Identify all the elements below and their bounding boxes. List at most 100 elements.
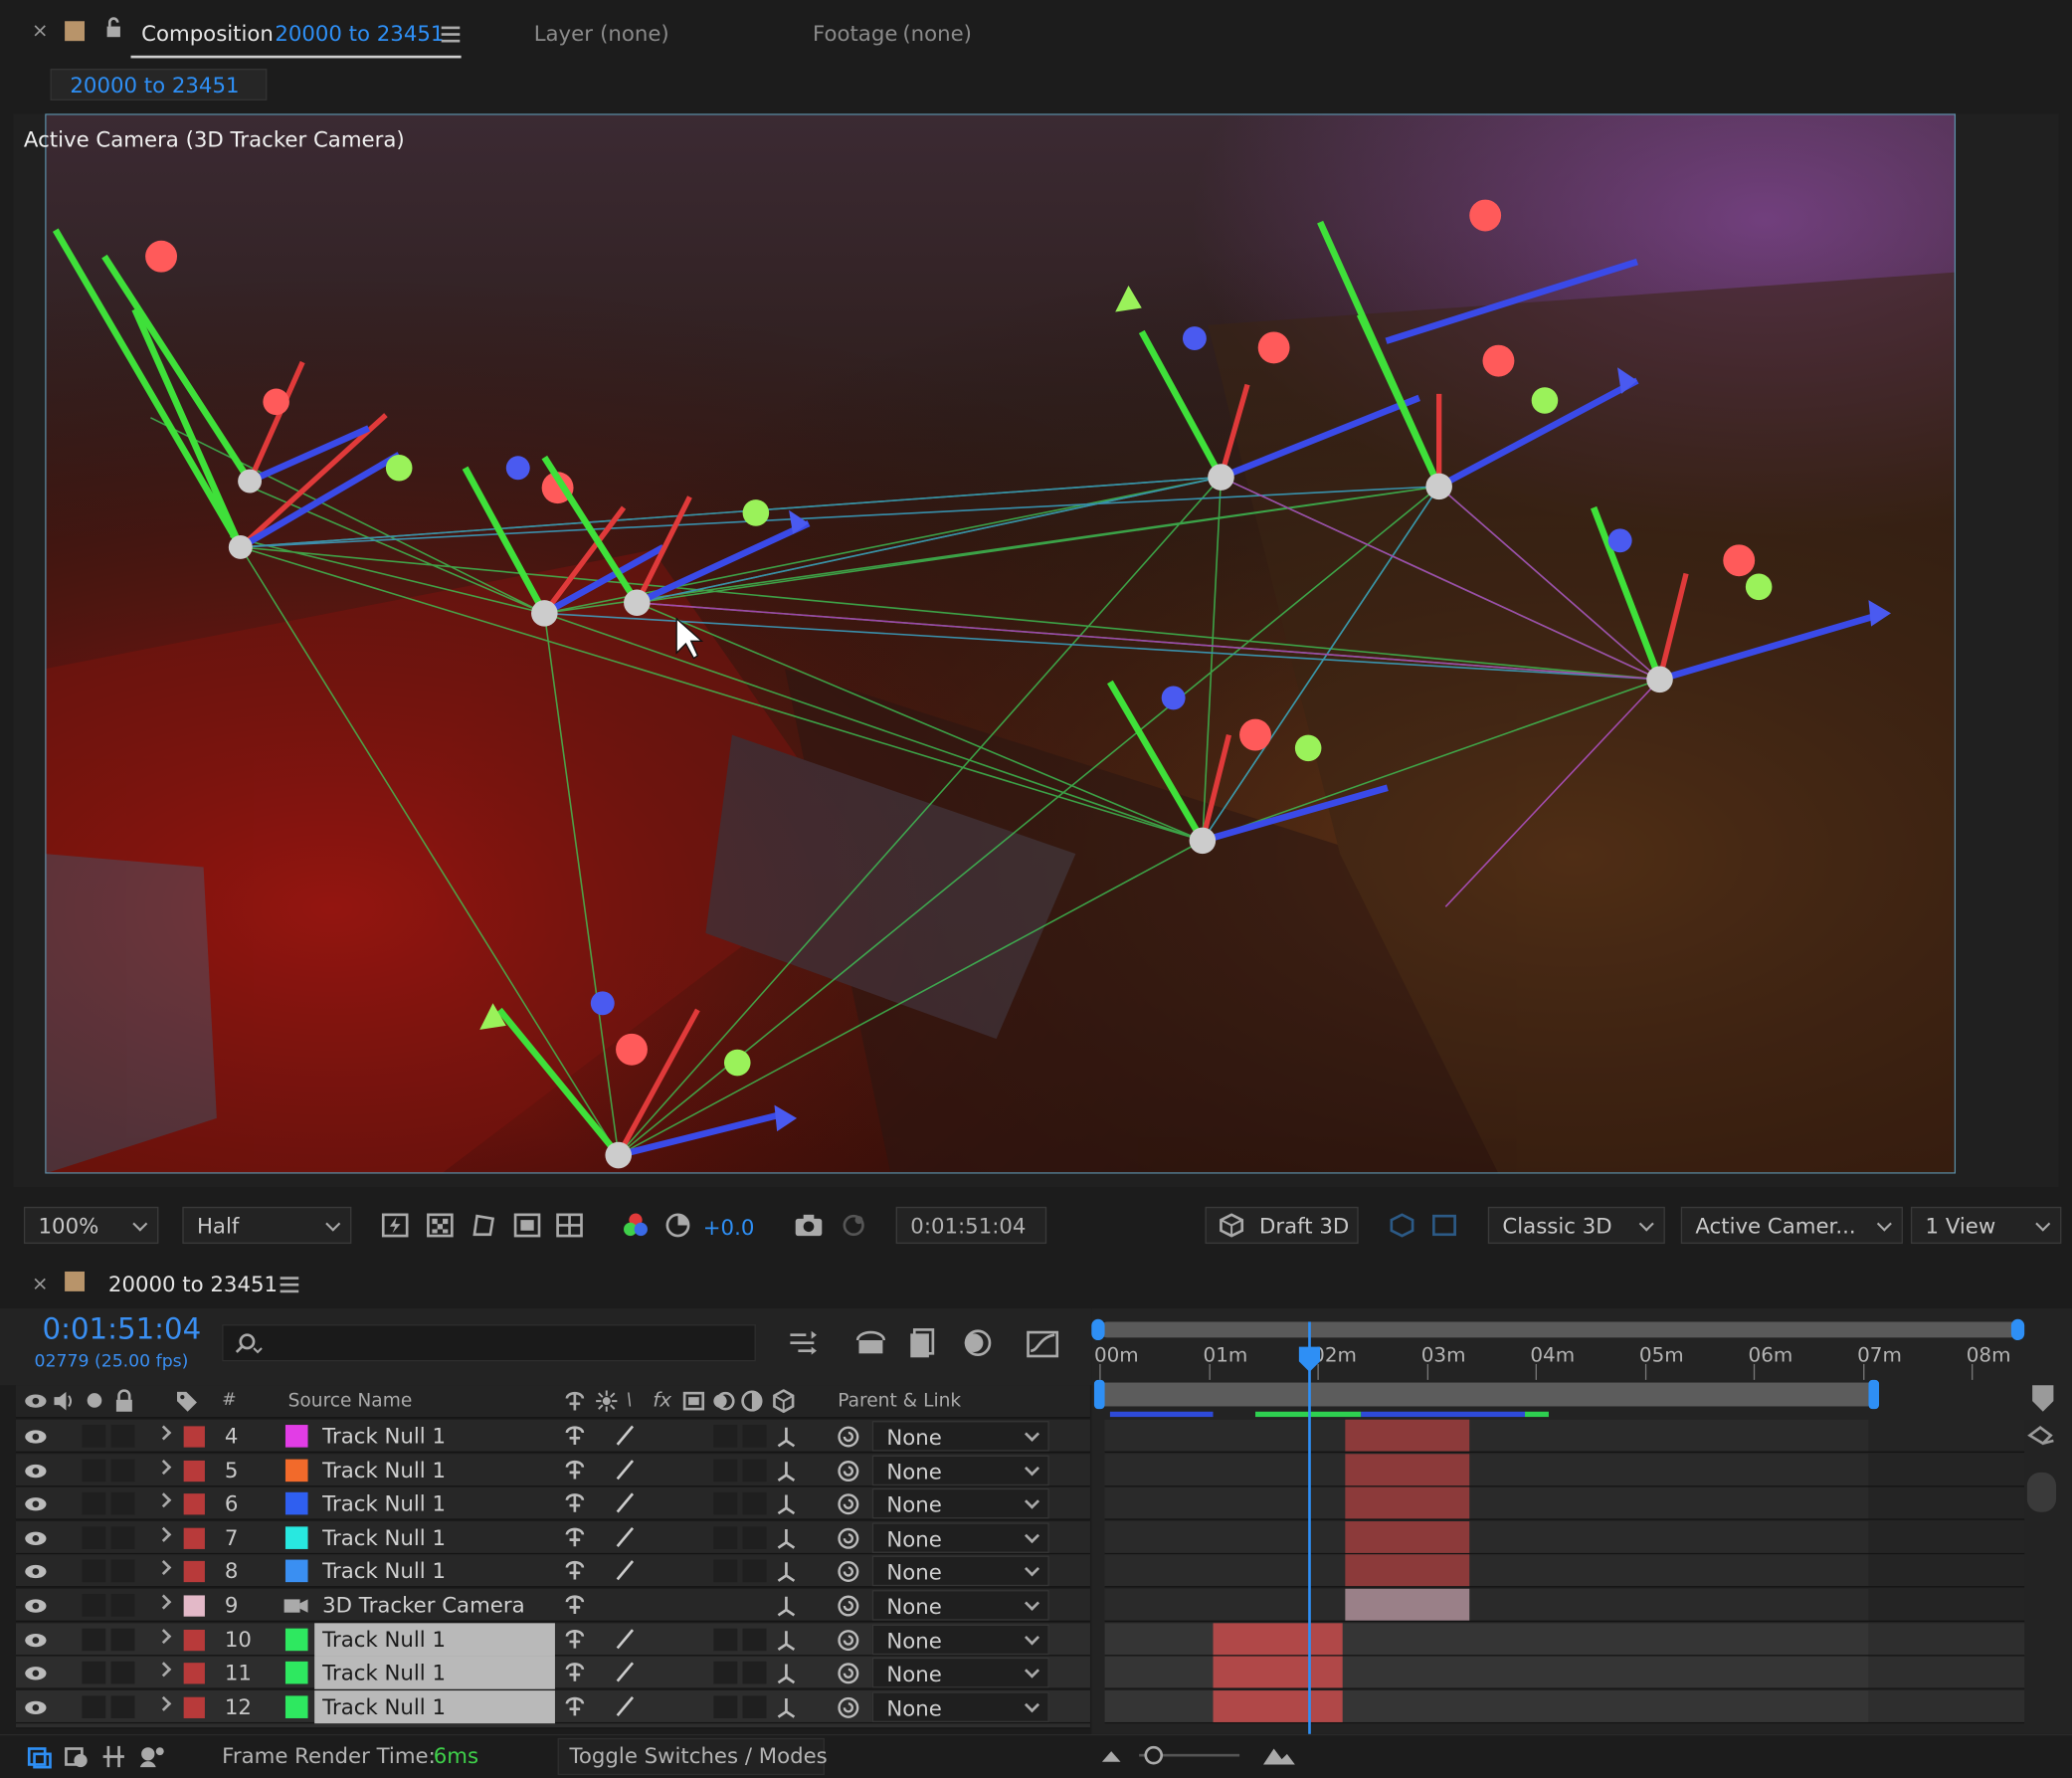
parent-dropdown[interactable]: None — [871, 1624, 1049, 1655]
motion-blur-box[interactable] — [713, 1695, 738, 1718]
pick-whip-icon[interactable] — [836, 1559, 862, 1586]
lock-box[interactable] — [110, 1662, 135, 1684]
layer-source-name[interactable]: Track Null 1 — [314, 1521, 555, 1554]
motion-blur-switch-icon[interactable] — [711, 1391, 735, 1412]
video-eye-icon[interactable] — [24, 1392, 48, 1411]
layer-row[interactable]: 5 Track Null 1 None — [15, 1453, 1090, 1486]
vertical-scrollbar[interactable] — [2026, 1472, 2057, 1512]
quality-switch[interactable] — [616, 1628, 635, 1649]
time-ruler[interactable]: 00m 01m 02m 03m 04m 05m 06m 07m 08m — [1094, 1337, 2019, 1382]
collapse-switch-icon[interactable] — [595, 1389, 619, 1413]
expand-chevron-icon[interactable] — [156, 1425, 172, 1441]
pick-whip-icon[interactable] — [836, 1491, 862, 1518]
layer-row[interactable]: 10 Track Null 1 None — [15, 1622, 1090, 1656]
layer-source-name[interactable]: Track Null 1 — [314, 1656, 555, 1689]
quality-switch[interactable] — [616, 1492, 635, 1513]
composition-tab-name[interactable]: 20000 to 23451 — [275, 21, 444, 46]
solo-box[interactable] — [82, 1492, 106, 1515]
shy-switch-icon[interactable] — [563, 1391, 587, 1412]
expand-chevron-icon[interactable] — [156, 1459, 172, 1475]
quality-switch[interactable] — [616, 1560, 635, 1581]
label-color-box[interactable] — [183, 1527, 205, 1549]
expand-chevron-icon[interactable] — [156, 1560, 172, 1576]
quality-switch[interactable] — [616, 1425, 635, 1446]
adjustment-box[interactable] — [742, 1560, 767, 1583]
solo-box[interactable] — [82, 1594, 106, 1617]
layer-duration-bar[interactable] — [1213, 1656, 1343, 1688]
3d-axis-icon[interactable] — [774, 1662, 798, 1685]
frame-blending-icon[interactable] — [906, 1327, 941, 1359]
solo-box[interactable] — [82, 1628, 106, 1651]
layer-row[interactable]: 8 Track Null 1 None — [15, 1554, 1090, 1588]
work-area-end[interactable] — [1868, 1379, 1880, 1410]
layer-row[interactable]: 6 Track Null 1 None — [15, 1486, 1090, 1520]
layer-source-name[interactable]: Track Null 1 — [314, 1454, 555, 1486]
3d-view-dropdown[interactable]: Active Camer... — [1680, 1206, 1903, 1245]
visibility-eye-icon[interactable] — [24, 1428, 48, 1447]
solo-icon[interactable] — [87, 1393, 102, 1408]
parent-link-header[interactable]: Parent & Link — [838, 1391, 961, 1412]
visibility-eye-icon[interactable] — [24, 1462, 48, 1481]
motion-blur-box[interactable] — [713, 1662, 738, 1684]
parent-dropdown[interactable]: None — [871, 1488, 1049, 1519]
layer-track[interactable] — [1104, 1656, 2025, 1689]
3d-axis-icon[interactable] — [774, 1526, 798, 1550]
reset-exposure-icon[interactable] — [663, 1211, 692, 1240]
visibility-eye-icon[interactable] — [24, 1665, 48, 1683]
adjustment-box[interactable] — [742, 1459, 767, 1482]
solo-box[interactable] — [82, 1526, 106, 1549]
layer-duration-bar[interactable] — [1345, 1419, 1470, 1452]
layer-source-name[interactable]: Track Null 1 — [314, 1622, 555, 1656]
shy-switch-icon[interactable] — [563, 1662, 587, 1682]
layer-duration-bar[interactable] — [1345, 1453, 1470, 1485]
layer-row[interactable]: 4 Track Null 1 None — [15, 1419, 1090, 1453]
toggle-switches-modes-button[interactable]: Toggle Switches / Modes — [557, 1737, 828, 1776]
shy-switch-icon[interactable] — [563, 1492, 587, 1513]
pick-whip-icon[interactable] — [836, 1661, 862, 1687]
visibility-eye-icon[interactable] — [24, 1495, 48, 1514]
motion-blur-box[interactable] — [713, 1459, 738, 1482]
effects-switch-icon[interactable]: fx — [653, 1388, 671, 1412]
label-color-box[interactable] — [183, 1493, 205, 1515]
shy-switch-icon[interactable] — [563, 1594, 587, 1615]
label-color-box[interactable] — [183, 1629, 205, 1651]
zoom-dropdown[interactable]: 100% — [23, 1206, 159, 1245]
motion-blur-box[interactable] — [713, 1526, 738, 1549]
resolution-dropdown[interactable]: Half — [182, 1206, 352, 1245]
quality-switch[interactable] — [616, 1662, 635, 1682]
layer-duration-bar[interactable] — [1345, 1554, 1470, 1587]
parent-dropdown[interactable]: None — [871, 1522, 1049, 1553]
motion-blur-icon[interactable] — [959, 1327, 994, 1359]
transfer-controls-pane-icon[interactable] — [64, 1743, 91, 1770]
expand-chevron-icon[interactable] — [156, 1662, 172, 1678]
lock-box[interactable] — [110, 1560, 135, 1583]
pick-whip-icon[interactable] — [836, 1593, 862, 1620]
adjustment-box[interactable] — [742, 1662, 767, 1684]
visibility-eye-icon[interactable] — [24, 1529, 48, 1548]
parent-dropdown[interactable]: None — [871, 1590, 1049, 1621]
work-area-bar[interactable] — [1101, 1382, 1869, 1407]
shy-switch-icon[interactable] — [563, 1695, 587, 1716]
composition-mini-flowchart-icon[interactable] — [788, 1327, 823, 1359]
parent-dropdown[interactable]: None — [871, 1658, 1049, 1688]
pick-whip-icon[interactable] — [836, 1627, 862, 1654]
footage-tab-label[interactable]: Footage — [813, 21, 897, 46]
parent-dropdown[interactable]: None — [871, 1556, 1049, 1587]
time-navigator[interactable] — [1099, 1321, 2019, 1338]
zoom-slider-thumb[interactable] — [1144, 1745, 1164, 1765]
layer-source-name[interactable]: 3D Tracker Camera — [314, 1589, 555, 1622]
adjustment-layer-switch-icon[interactable] — [740, 1390, 764, 1412]
comp-button-icon[interactable] — [2027, 1426, 2054, 1446]
panel-menu-icon[interactable] — [441, 26, 461, 30]
lock-icon[interactable] — [104, 16, 123, 40]
view-layout-dropdown[interactable]: 1 View — [1910, 1206, 2062, 1245]
layer-row[interactable]: 12 Track Null 1 None — [15, 1689, 1090, 1724]
solo-box[interactable] — [82, 1695, 106, 1718]
shy-switch-icon[interactable] — [563, 1628, 587, 1649]
3d-axis-icon[interactable] — [774, 1628, 798, 1652]
adjustment-box[interactable] — [742, 1695, 767, 1718]
quality-switch[interactable] — [616, 1526, 635, 1547]
visibility-eye-icon[interactable] — [24, 1597, 48, 1616]
breadcrumb[interactable]: 20000 to 23451 — [50, 69, 268, 100]
layer-track[interactable] — [1104, 1622, 2025, 1656]
